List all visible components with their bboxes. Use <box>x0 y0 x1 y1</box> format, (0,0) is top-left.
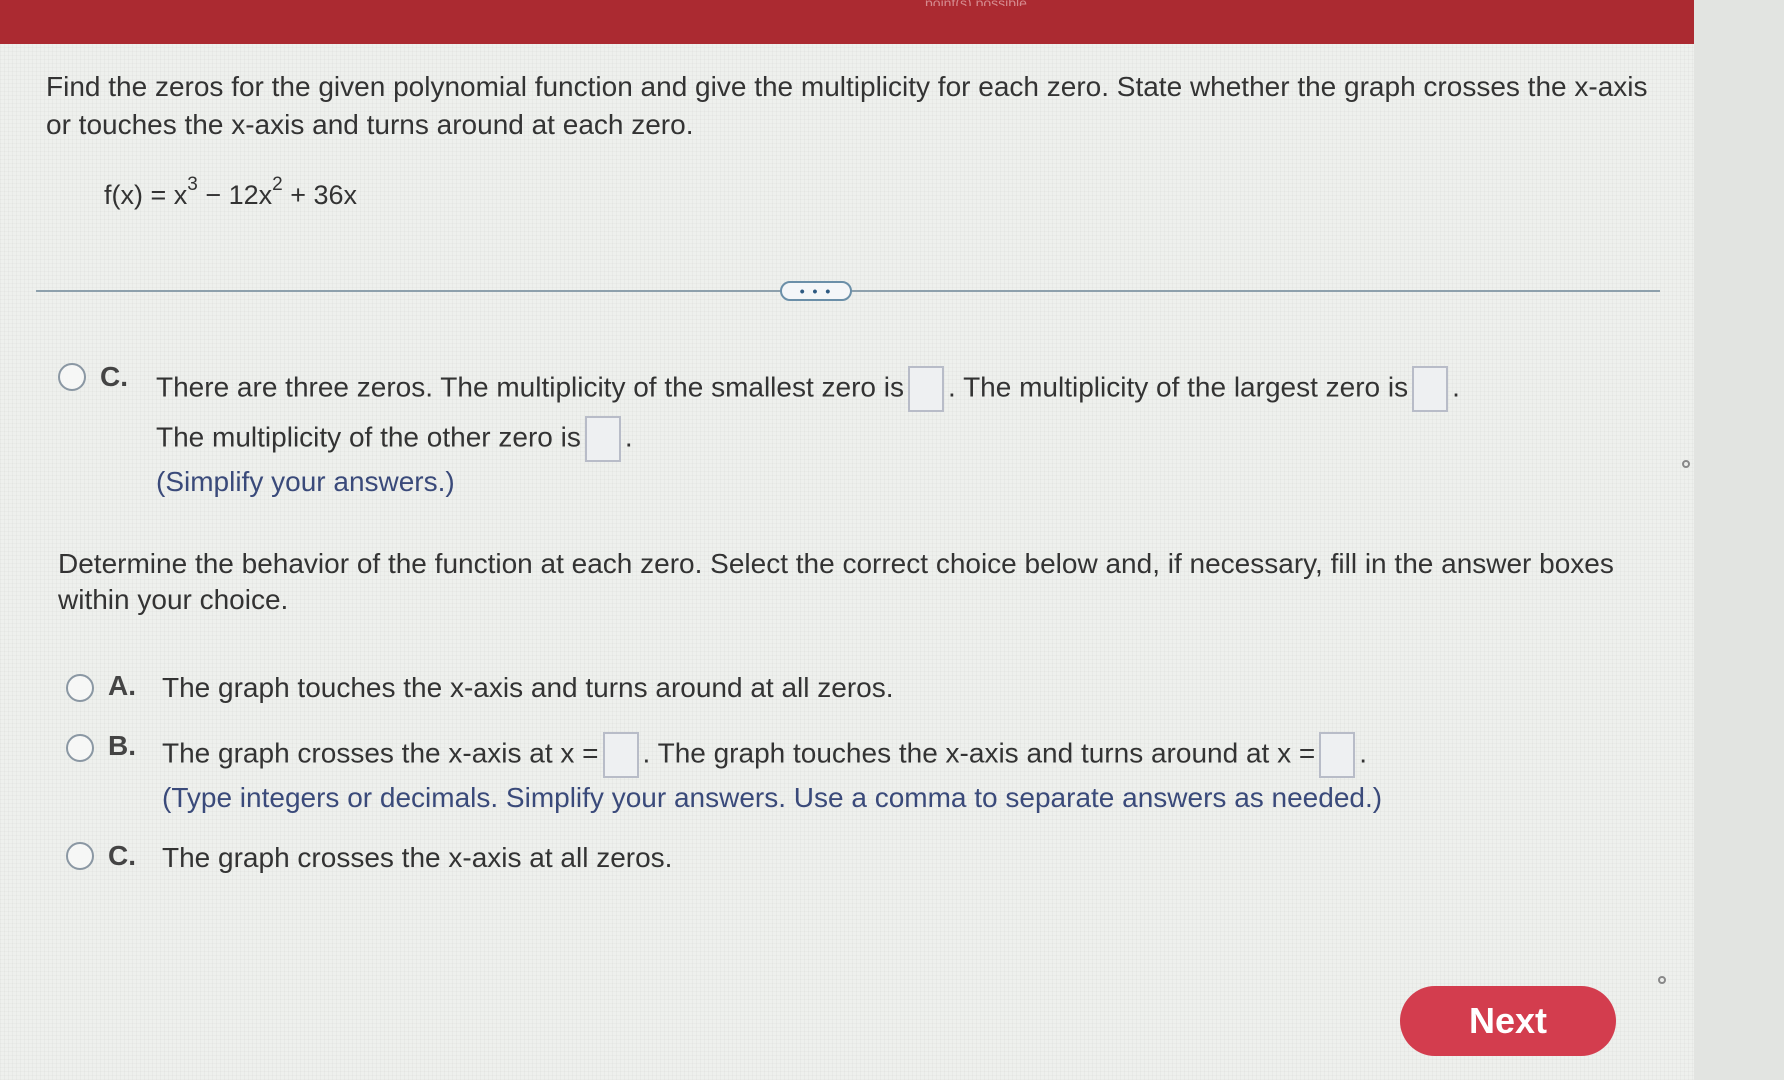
header-bar: point(s) possible <box>0 0 1694 44</box>
scroll-marker <box>1658 976 1666 984</box>
option-c-line2: The multiplicity of the other zero is. <box>156 416 633 462</box>
option-letter: C. <box>100 361 128 392</box>
behavior-c-text: The graph crosses the x-axis at all zero… <box>162 842 673 873</box>
radio-behavior-b[interactable] <box>66 734 94 762</box>
behavior-a-text: The graph touches the x-axis and turns a… <box>162 672 894 703</box>
behavior-b-line1: The graph crosses the x-axis at x =. The… <box>162 732 1367 778</box>
scroll-marker <box>1682 460 1690 468</box>
option-letter: C. <box>108 840 136 871</box>
touches-at-input[interactable] <box>1319 732 1356 778</box>
option-letter: B. <box>108 730 136 761</box>
smallest-zero-multiplicity-input[interactable] <box>908 366 945 412</box>
question-text: Find the zeros for the given polynomial … <box>46 71 1648 140</box>
other-zero-multiplicity-input[interactable] <box>584 416 621 462</box>
radio-multiplicity-c[interactable] <box>58 363 86 391</box>
crosses-at-input[interactable] <box>602 732 639 778</box>
expand-more-button[interactable]: • • • <box>780 281 852 301</box>
polynomial-function: f(x) = x3 − 12x2 + 36x <box>104 174 358 210</box>
right-margin <box>1694 0 1784 1080</box>
option-letter: A. <box>108 670 136 701</box>
option-c-line1: There are three zeros. The multiplicity … <box>156 366 1460 412</box>
largest-zero-multiplicity-input[interactable] <box>1412 366 1449 412</box>
radio-behavior-a[interactable] <box>66 674 94 702</box>
points-possible: point(s) possible <box>925 0 1165 6</box>
behavior-prompt: Determine the behavior of the function a… <box>58 548 1614 615</box>
type-integers-hint: (Type integers or decimals. Simplify you… <box>162 782 1383 813</box>
radio-behavior-c[interactable] <box>66 842 94 870</box>
simplify-hint: (Simplify your answers.) <box>156 466 455 497</box>
next-button[interactable]: Next <box>1400 986 1616 1056</box>
